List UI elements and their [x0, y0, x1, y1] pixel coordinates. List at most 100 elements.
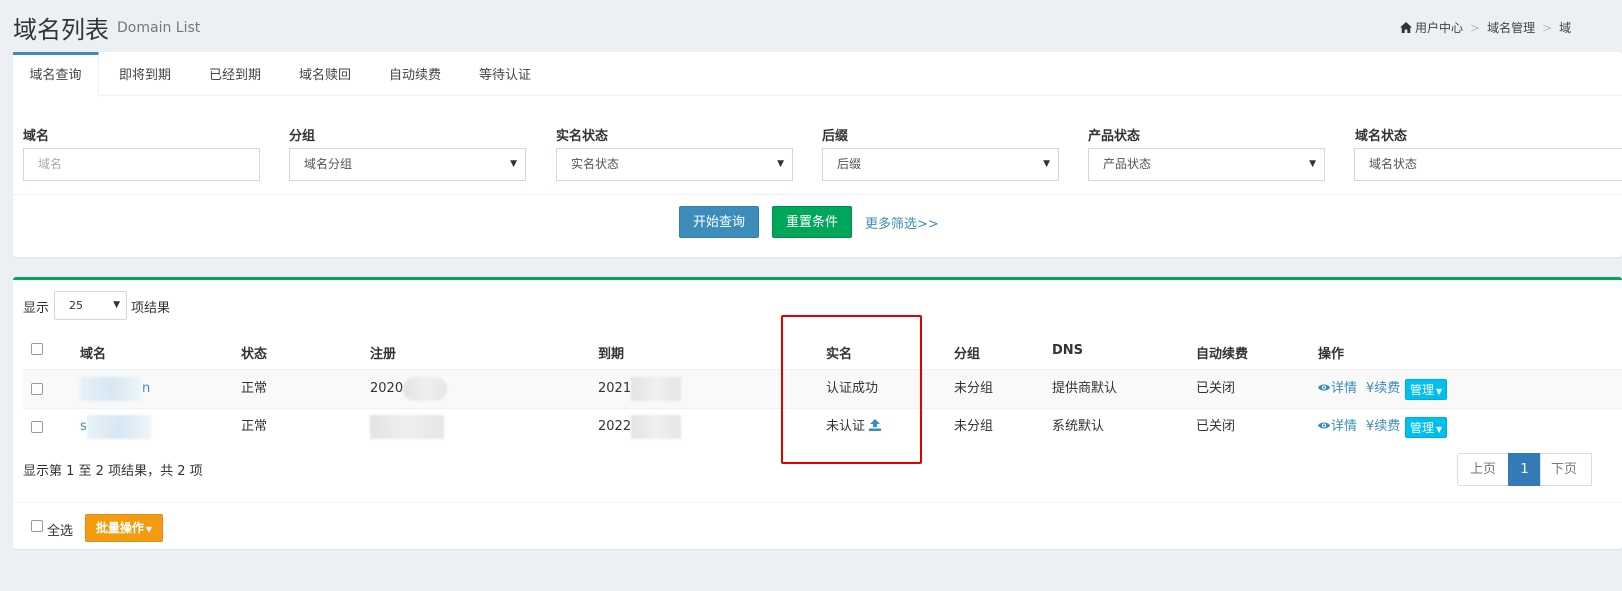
group-select-value: 域名分组 [304, 157, 353, 171]
expires-text: 2022 [598, 419, 632, 434]
search-panel: 域名查询 即将到期 已经到期 域名赎回 自动续费 等待认证 域名 分组 实名状态… [13, 52, 1622, 257]
realname-cell: 认证成功 [826, 381, 879, 396]
pagination-page-1[interactable]: 1 [1508, 453, 1541, 486]
manage-label: 管理 [1410, 421, 1435, 435]
status-cell: 正常 [241, 381, 268, 396]
column-header-group[interactable]: 分组 [954, 343, 980, 362]
product-status-select[interactable]: 产品状态 ▼ [1088, 148, 1325, 181]
renew-link[interactable]: ¥续费 [1366, 408, 1400, 446]
page-title: 域名列表 [13, 16, 109, 44]
manage-label: 管理 [1410, 383, 1435, 397]
dns-cell: 提供商默认 [1052, 381, 1118, 396]
details-label: 详情 [1331, 419, 1358, 434]
realname-cell: 未认证 [826, 408, 882, 446]
caret-down-icon: ▼ [1043, 159, 1050, 169]
domain-text: s [80, 419, 87, 434]
filter-label-suffix: 后缀 [822, 129, 849, 144]
batch-actions-button[interactable]: 批量操作 ▼ [85, 514, 163, 542]
filter-label-product-status: 产品状态 [1088, 129, 1141, 144]
page-length-value: 25 [69, 299, 83, 312]
domain-status-select[interactable]: 域名状态 [1354, 148, 1622, 181]
details-label: 详情 [1331, 381, 1358, 396]
dns-cell: 系统默认 [1052, 419, 1105, 434]
caret-down-icon: ▼ [113, 300, 120, 310]
domain-status-select-value: 域名状态 [1369, 157, 1418, 171]
breadcrumb-user-center[interactable]: 用户中心 [1415, 21, 1463, 35]
group-cell: 未分组 [954, 381, 994, 396]
page-subtitle: Domain List [117, 20, 201, 36]
more-filters-link[interactable]: 更多筛选>> [865, 213, 939, 232]
domain-link[interactable]: s [80, 408, 151, 446]
renew-link[interactable]: ¥续费 [1366, 370, 1400, 408]
manage-button[interactable]: 管理 ▼ [1405, 417, 1448, 438]
footer-divider [13, 502, 1622, 503]
suffix-select[interactable]: 后缀 ▼ [822, 148, 1059, 181]
column-header-realname[interactable]: 实名 [826, 343, 852, 362]
filter-label-realname: 实名状态 [556, 129, 609, 144]
autorenew-cell: 已关闭 [1196, 419, 1236, 434]
tab-expiring[interactable]: 即将到期 [119, 52, 171, 96]
expires-text: 2021 [598, 381, 632, 396]
column-header-domain[interactable]: 域名 [80, 343, 106, 362]
page-length-select[interactable]: 25 ▼ [54, 291, 127, 320]
tab-bar: 域名查询 即将到期 已经到期 域名赎回 自动续费 等待认证 [13, 52, 1622, 97]
eye-icon [1318, 422, 1330, 429]
caret-down-icon: ▼ [510, 159, 517, 169]
realname-text: 未认证 [826, 419, 866, 434]
domain-text: n [142, 381, 151, 396]
select-all-label[interactable]: 全选 [47, 520, 73, 539]
home-icon [1400, 22, 1412, 33]
tab-redemption[interactable]: 域名赎回 [299, 52, 351, 96]
details-link[interactable]: 详情 [1318, 370, 1357, 408]
breadcrumb-domain-manage[interactable]: 域名管理 [1487, 21, 1535, 35]
group-select[interactable]: 域名分组 ▼ [289, 148, 526, 181]
row-checkbox[interactable] [31, 421, 43, 433]
suffix-select-value: 后缀 [837, 157, 862, 171]
details-link[interactable]: 详情 [1318, 408, 1357, 446]
header-checkbox[interactable] [31, 343, 43, 355]
autorenew-cell: 已关闭 [1196, 381, 1236, 396]
tab-pending-verify[interactable]: 等待认证 [479, 52, 531, 96]
group-cell: 未分组 [954, 419, 994, 434]
batch-actions-label: 批量操作 [95, 521, 144, 535]
registered-text: 2020 [370, 381, 404, 396]
length-prefix: 显示 [23, 301, 50, 316]
filter-label-group: 分组 [289, 129, 316, 144]
eye-icon [1318, 384, 1330, 391]
column-header-expires[interactable]: 到期 [598, 343, 624, 362]
filter-label-domain-status: 域名状态 [1355, 129, 1408, 144]
column-header-dns[interactable]: DNS [1052, 343, 1083, 358]
registered-cell: 2020 [370, 370, 448, 408]
select-all-checkbox[interactable] [31, 520, 43, 532]
registered-cell [370, 408, 444, 446]
filter-label-domain: 域名 [23, 129, 50, 144]
product-status-select-value: 产品状态 [1103, 157, 1152, 171]
domain-link[interactable]: n [80, 370, 150, 408]
tab-domain-search[interactable]: 域名查询 [13, 52, 99, 97]
expires-cell: 2022 [598, 408, 682, 446]
column-header-registered[interactable]: 注册 [370, 343, 396, 362]
column-header-autorenew[interactable]: 自动续费 [1196, 343, 1248, 362]
manage-button[interactable]: 管理 ▼ [1405, 379, 1448, 400]
search-button[interactable]: 开始查询 [679, 206, 759, 238]
table-info: 显示第 1 至 2 项结果，共 2 项 [23, 464, 203, 479]
caret-down-icon: ▼ [1309, 159, 1316, 169]
column-header-actions: 操作 [1318, 347, 1345, 362]
domain-list-panel: 显示 25 ▼ 项结果 域名 状态 注册 到期 实名 分组 DNS 自动续费 操作… [13, 277, 1622, 549]
realname-select-value: 实名状态 [571, 157, 620, 171]
status-cell: 正常 [241, 419, 268, 434]
tab-auto-renew[interactable]: 自动续费 [389, 52, 441, 96]
row-checkbox[interactable] [31, 383, 43, 395]
pagination-prev[interactable]: 上页 [1457, 453, 1509, 486]
column-header-status[interactable]: 状态 [241, 343, 267, 362]
caret-down-icon: ▼ [777, 159, 784, 169]
caret-down-icon: ▼ [1436, 425, 1443, 434]
table-row: s 正常 2022 未认证 未分组 系统默认 已关闭 详情 ¥续费 管理 ▼ [23, 408, 1622, 446]
realname-select[interactable]: 实名状态 ▼ [556, 148, 793, 181]
pagination-next[interactable]: 下页 [1540, 453, 1592, 486]
length-suffix: 项结果 [131, 301, 171, 316]
domain-input[interactable]: 域名 [23, 148, 260, 181]
upload-icon[interactable] [869, 419, 882, 431]
reset-button[interactable]: 重置条件 [772, 206, 852, 238]
tab-expired[interactable]: 已经到期 [209, 52, 261, 96]
